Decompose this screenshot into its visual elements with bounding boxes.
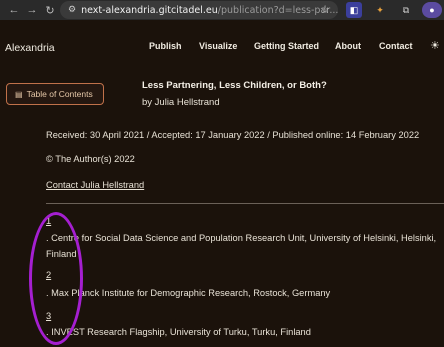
reload-icon[interactable]: ↻ [42, 2, 58, 18]
address-bar[interactable]: ⚙ next-alexandria.gitcitadel.eu/publicat… [60, 1, 338, 19]
theme-toggle-sun-icon[interactable]: ☀ [430, 39, 440, 52]
nav-visualize[interactable]: Visualize [199, 41, 237, 51]
url-host: next-alexandria.gitcitadel.eu [81, 4, 218, 16]
toc-label: Table of Contents [26, 89, 93, 99]
nav-contact[interactable]: Contact [379, 41, 413, 51]
publication-dates: Received: 30 April 2021 / Accepted: 17 J… [46, 130, 420, 140]
back-icon[interactable]: ← [6, 2, 22, 18]
nav-getting-started[interactable]: Getting Started [254, 41, 319, 51]
affiliation-text-2: . Max Planck Institute for Demographic R… [46, 288, 331, 298]
contact-author-link[interactable]: Contact Julia Hellstrand [46, 180, 144, 190]
forward-icon[interactable]: → [24, 2, 40, 18]
brand-logo[interactable]: Alexandria [5, 42, 55, 54]
profile-avatar-icon[interactable]: ● [422, 2, 442, 18]
bookmark-star-icon[interactable]: ☆ [318, 3, 332, 17]
nav-about[interactable]: About [335, 41, 361, 51]
affiliation-text-3: . INVEST Research Flagship, University o… [46, 327, 311, 337]
site-header: Alexandria Publish Visualize Getting Sta… [0, 36, 444, 60]
extensions-puzzle-icon[interactable]: ⧉ [398, 2, 414, 18]
copyright-notice: © The Author(s) 2022 [46, 154, 135, 164]
site-info-icon[interactable]: ⚙ [68, 4, 76, 16]
article-byline: by Julia Hellstrand [142, 97, 220, 108]
extension-icon[interactable]: ◧ [346, 2, 362, 18]
annotation-highlight-ellipse [29, 212, 83, 345]
table-of-contents-button[interactable]: ▤ Table of Contents [6, 83, 104, 105]
article-title: Less Partnering, Less Children, or Both? [142, 80, 327, 91]
extension-fox-icon[interactable]: ✦ [372, 2, 388, 18]
book-icon: ▤ [15, 89, 23, 99]
section-divider [46, 203, 444, 204]
affiliation-text-1: . Centre for Social Data Science and Pop… [46, 233, 437, 259]
browser-toolbar: ← → ↻ ⚙ next-alexandria.gitcitadel.eu/pu… [0, 0, 444, 20]
nav-publish[interactable]: Publish [149, 41, 182, 51]
